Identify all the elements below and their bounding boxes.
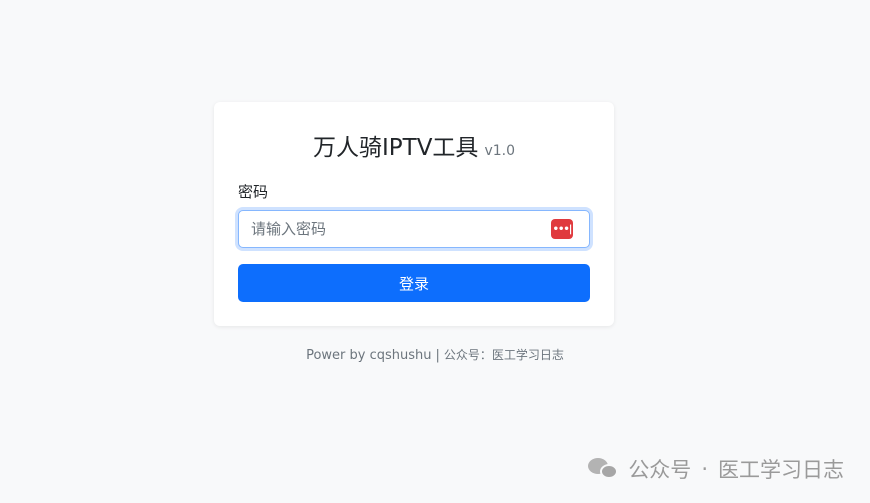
password-label: 密码 <box>238 183 269 201</box>
login-button[interactable]: 登录 <box>238 264 590 302</box>
watermark-name: 医工学习日志 <box>718 458 844 482</box>
password-input[interactable] <box>239 211 589 247</box>
wechat-icon <box>588 456 620 482</box>
title-row: 万人骑IPTV工具 v1.0 <box>214 128 614 162</box>
password-manager-icon[interactable]: •••| <box>551 219 573 239</box>
page-title: 万人骑IPTV工具 <box>313 135 479 161</box>
login-card: 万人骑IPTV工具 v1.0 密码 •••| 登录 <box>214 102 614 326</box>
footer-separator: | <box>435 348 440 363</box>
watermark-dot: · <box>701 457 708 481</box>
password-field-wrapper: •••| <box>238 210 590 248</box>
footer: Power by cqshushu | 公众号：医工学习日志 <box>0 346 870 363</box>
footer-power-text: Power by cqshushu <box>306 348 432 363</box>
footer-account-prefix: 公众号： <box>443 348 492 362</box>
watermark-prefix: 公众号 <box>628 458 692 482</box>
watermark: 公众号 · 医工学习日志 <box>588 454 844 484</box>
footer-account-name: 医工学习日志 <box>491 348 564 362</box>
version-label: v1.0 <box>484 143 515 159</box>
